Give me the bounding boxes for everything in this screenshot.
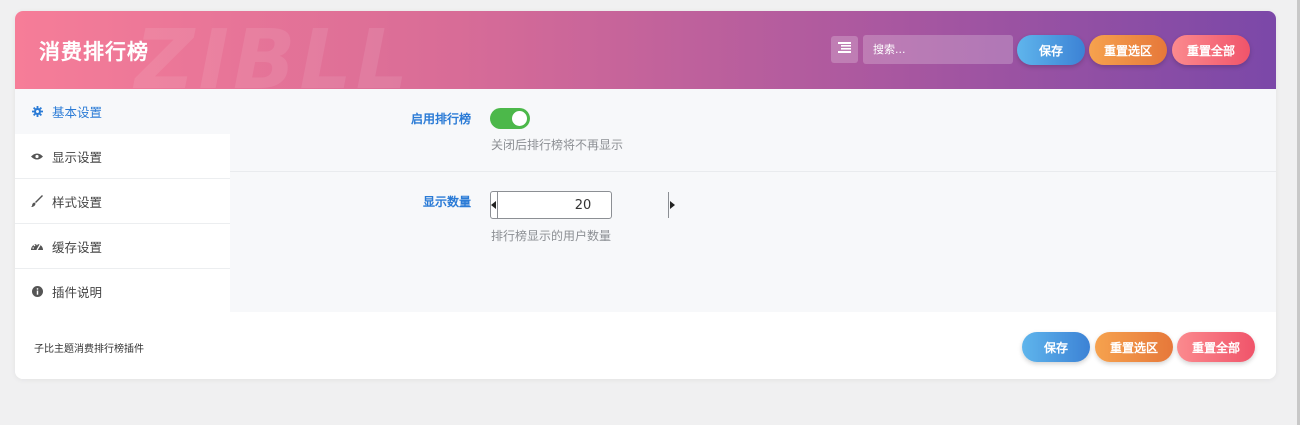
field-enable-ranking: 启用排行榜 关闭后排行榜将不再显示 xyxy=(230,89,1276,172)
expand-all-button[interactable] xyxy=(831,36,858,63)
save-button[interactable]: 保存 xyxy=(1017,35,1085,65)
gear-icon xyxy=(31,105,43,117)
sidebar-item-label: 样式设置 xyxy=(52,194,103,210)
display-count-input[interactable] xyxy=(498,192,668,218)
panel-footer: 子比主题消费排行榜插件 保存 重置选区 重置全部 xyxy=(15,312,1276,379)
page-title: 消费排行榜 xyxy=(39,40,149,64)
sidebar-item-plugin-info[interactable]: 插件说明 xyxy=(15,269,230,314)
sidebar-item-label: 插件说明 xyxy=(52,285,103,300)
field-display-count: 显示数量 排行榜显示的用户数量 xyxy=(230,172,1276,312)
toggle-knob xyxy=(512,111,527,126)
footer-text: 子比主题消费排行榜插件 xyxy=(34,344,144,355)
field-description: 关闭后排行榜将不再显示 xyxy=(491,138,624,152)
caret-left-icon xyxy=(491,198,497,213)
display-count-stepper xyxy=(490,191,675,219)
settings-panel: ZIBLL 消费排行榜 保存 重置选区 重置全部 xyxy=(15,11,1276,379)
eye-icon xyxy=(31,150,43,162)
footer-save-button[interactable]: 保存 xyxy=(1022,332,1090,362)
reset-section-button[interactable]: 重置选区 xyxy=(1089,35,1167,65)
sidebar-item-label: 缓存设置 xyxy=(52,239,103,255)
footer-reset-section-button[interactable]: 重置选区 xyxy=(1095,332,1173,362)
sidebar: 基本设置 显示设置 样式设置 缓存设置 插件说明 xyxy=(15,89,230,312)
sidebar-item-display-settings[interactable]: 显示设置 xyxy=(15,134,230,179)
list-icon xyxy=(838,42,851,57)
search-input[interactable] xyxy=(863,35,1013,64)
increment-button[interactable] xyxy=(668,192,675,218)
settings-content: 启用排行榜 关闭后排行榜将不再显示 显示数量 20 排行榜显示的用户数量 xyxy=(230,89,1276,312)
field-label: 启用排行榜 xyxy=(410,112,471,126)
panel-header: ZIBLL 消费排行榜 保存 重置选区 重置全部 xyxy=(15,11,1276,89)
sidebar-item-basic-settings[interactable]: 基本设置 xyxy=(15,89,230,134)
decrement-button[interactable] xyxy=(491,192,498,218)
brush-icon xyxy=(31,195,43,207)
sidebar-item-label: 显示设置 xyxy=(52,149,103,165)
enable-ranking-toggle[interactable] xyxy=(490,108,530,129)
sidebar-item-label: 基本设置 xyxy=(52,104,103,120)
footer-reset-all-button[interactable]: 重置全部 xyxy=(1177,332,1255,362)
header-watermark: ZIBLL xyxy=(135,13,412,89)
sidebar-item-style-settings[interactable]: 样式设置 xyxy=(15,179,230,224)
info-circle-icon xyxy=(31,286,43,298)
sidebar-item-cache-settings[interactable]: 缓存设置 xyxy=(15,224,230,269)
reset-all-button[interactable]: 重置全部 xyxy=(1172,35,1250,65)
field-description: 排行榜显示的用户数量 xyxy=(491,229,612,243)
field-label: 显示数量 xyxy=(422,195,471,209)
dashboard-icon xyxy=(31,240,43,252)
caret-right-icon xyxy=(669,198,675,213)
